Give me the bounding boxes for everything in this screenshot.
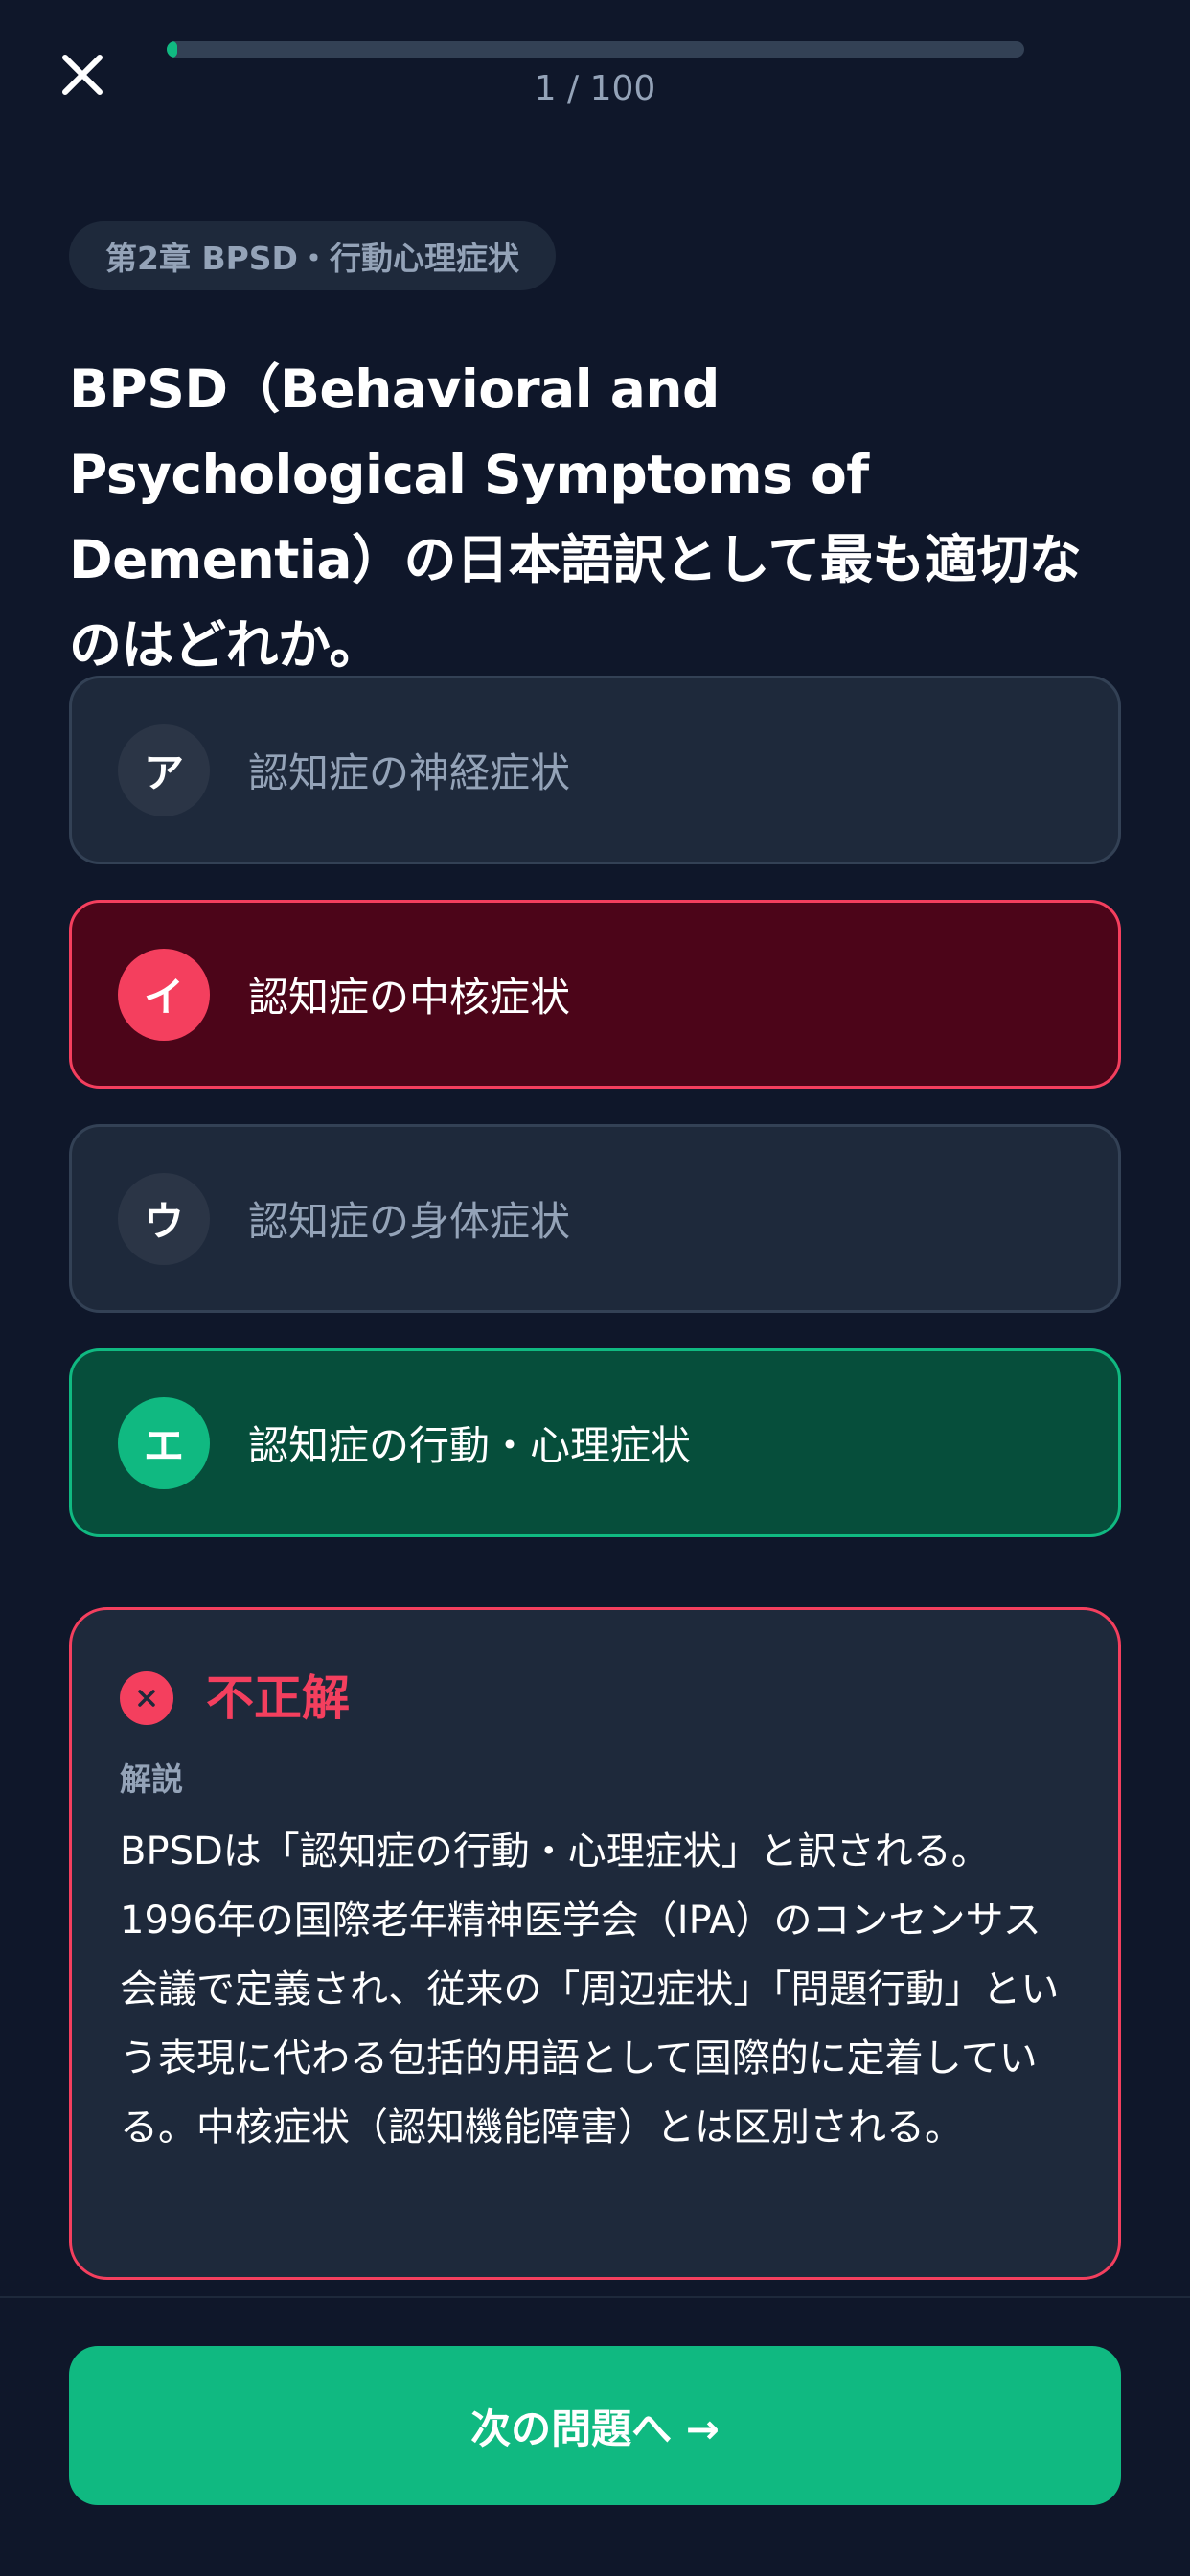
option-letter: ウ [118, 1172, 210, 1265]
option-i[interactable]: イ 認知症の中核症状 [69, 900, 1121, 1089]
quiz-screen: 1 / 100 第2章 BPSD・行動心理症状 BPSD（Behavioral … [0, 0, 1190, 2576]
option-a[interactable]: ア 認知症の神経症状 [69, 676, 1121, 864]
divider [0, 2296, 1190, 2298]
option-letter: ア [118, 724, 210, 816]
option-letter: イ [118, 948, 210, 1041]
x-circle-icon [120, 1671, 173, 1725]
option-letter: エ [118, 1396, 210, 1489]
option-text: 認知症の身体症状 [248, 1198, 571, 1245]
next-question-button[interactable]: 次の問題へ → [69, 2346, 1121, 2505]
progress-counter: 1 / 100 [534, 69, 656, 108]
option-text: 認知症の中核症状 [248, 974, 571, 1021]
question-text: BPSD（Behavioral and Psychological Sympto… [69, 358, 1082, 676]
option-text: 認知症の行動・心理症状 [248, 1422, 692, 1469]
explanation-text: BPSDは「認知症の行動・心理症状」と訳される。1996年の国際老年精神医学会（… [120, 1829, 1060, 2150]
feedback-card: 不正解 解説 BPSDは「認知症の行動・心理症状」と訳される。1996年の国際老… [69, 1607, 1121, 2280]
result-title: 不正解 [206, 1670, 350, 1726]
chapter-tag: 第2章 BPSD・行動心理症状 [69, 221, 556, 290]
option-u[interactable]: ウ 認知症の身体症状 [69, 1124, 1121, 1313]
progress-bar [167, 41, 1024, 58]
option-e[interactable]: エ 認知症の行動・心理症状 [69, 1348, 1121, 1537]
option-text: 認知症の神経症状 [248, 749, 571, 796]
explanation-label: 解説 [120, 1760, 183, 1798]
progress-fill [167, 41, 177, 58]
